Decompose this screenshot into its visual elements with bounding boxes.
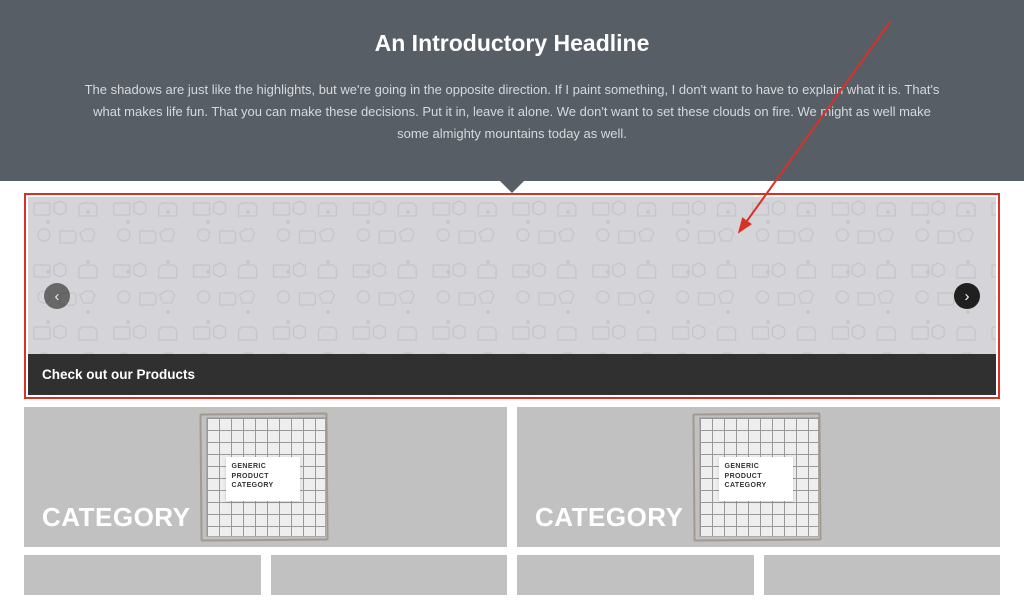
carousel-prev-button[interactable]: ‹ <box>44 283 70 309</box>
category-card[interactable]: GENERIC PRODUCT CATEGORY CATEGORY <box>517 407 1000 547</box>
category-card[interactable]: GENERIC PRODUCT CATEGORY CATEGORY <box>24 407 507 547</box>
highlighted-slider-region: ‹ › Check out our Products <box>24 193 1000 399</box>
box-label-line: PRODUCT <box>232 472 294 481</box>
thumbnail-placeholder[interactable] <box>271 555 508 595</box>
category-product-box: GENERIC PRODUCT CATEGORY <box>206 417 326 537</box>
box-label-line: PRODUCT <box>725 472 787 481</box>
hero-subtext: The shadows are just like the highlights… <box>80 79 944 145</box>
hero-section: An Introductory Headline The shadows are… <box>0 0 1024 181</box>
hero-headline: An Introductory Headline <box>80 30 944 57</box>
thumbnail-placeholder[interactable] <box>517 555 754 595</box>
category-row: GENERIC PRODUCT CATEGORY CATEGORY GENERI… <box>24 407 1000 547</box>
carousel-caption: Check out our Products <box>28 354 996 395</box>
thumbnail-placeholder[interactable] <box>764 555 1001 595</box>
product-carousel[interactable]: ‹ › Check out our Products <box>28 197 996 395</box>
box-label-line: GENERIC <box>725 462 787 471</box>
box-label-line: CATEGORY <box>725 481 787 490</box>
category-title: CATEGORY <box>42 502 190 533</box>
box-label: GENERIC PRODUCT CATEGORY <box>226 457 300 501</box>
box-label-line: GENERIC <box>232 462 294 471</box>
thumbnail-placeholder[interactable] <box>24 555 261 595</box>
thumbnail-row <box>24 555 1000 595</box>
carousel-next-button[interactable]: › <box>954 283 980 309</box>
box-label-line: CATEGORY <box>232 481 294 490</box>
category-product-box: GENERIC PRODUCT CATEGORY <box>699 417 819 537</box>
category-title: CATEGORY <box>535 502 683 533</box>
box-label: GENERIC PRODUCT CATEGORY <box>719 457 793 501</box>
